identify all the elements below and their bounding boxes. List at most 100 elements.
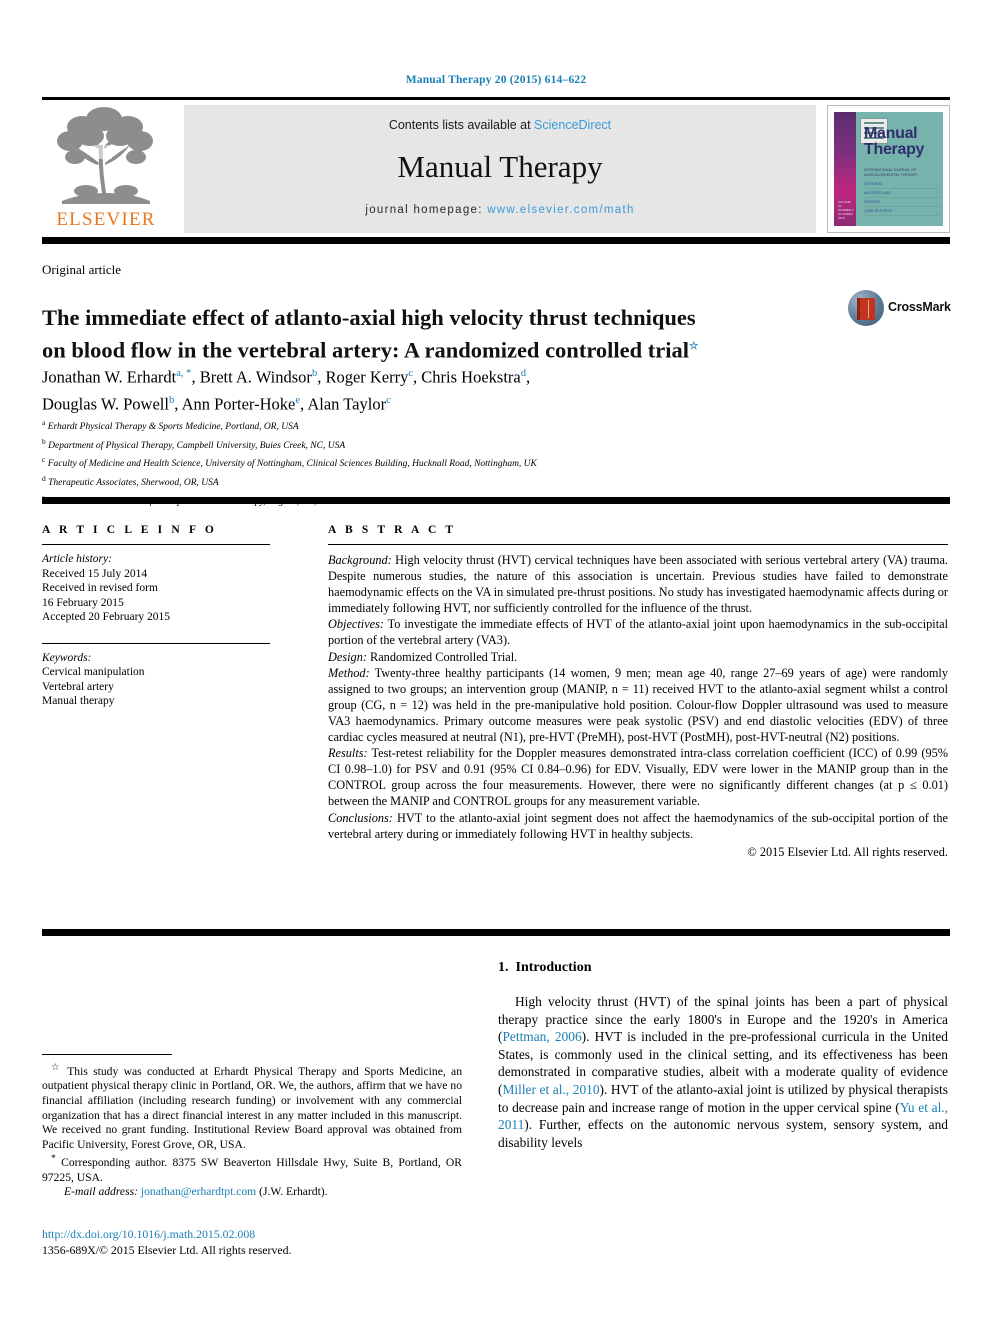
crossmark-book-icon [857, 298, 875, 320]
author-sep: , [526, 367, 531, 387]
paragraph-text: ). Further, effects on the autonomic ner… [498, 1117, 948, 1150]
abstract-section-text: Test-retest reliability for the Doppler … [328, 746, 948, 809]
doi-block: http://dx.doi.org/10.1016/j.math.2015.02… [42, 1226, 462, 1258]
cover-title-line2: Therapy [864, 141, 925, 158]
article-info-divider [42, 544, 270, 545]
running-head: Manual Therapy 20 (2015) 614–622 [405, 74, 587, 86]
cover-title-line1: Manual [864, 125, 918, 142]
abstract-section-label: Method: [328, 665, 370, 680]
abstract-block: A B S T R A C T Background: High velocit… [328, 524, 948, 860]
affiliation-text: Faculty of Medicine and Health Science, … [47, 459, 537, 470]
abstract-copyright: © 2015 Elsevier Ltd. All rights reserved… [747, 844, 948, 859]
affiliation-marker: d [42, 473, 46, 483]
elsevier-wordmark: ELSEVIER [56, 209, 156, 230]
author-name: Brett A. Windsor [199, 367, 312, 387]
article-history-label: Article history: [42, 553, 112, 565]
keyword-item: Cervical manipulation [42, 666, 145, 678]
citation-link[interactable]: Miller et al., 2010 [502, 1082, 599, 1097]
keyword-item: Vertebral artery [42, 680, 114, 693]
homepage-prefix: journal homepage: [365, 204, 488, 216]
introduction-heading: 1. Introduction [498, 960, 948, 976]
article-type-label: Original article [42, 262, 122, 277]
email-link[interactable]: jonathan@erhardtpt.com [141, 1185, 256, 1198]
abstract-text: Background: High velocity thrust (HVT) c… [328, 552, 948, 860]
title-footnote-marker: ☆ [689, 341, 699, 353]
affiliation-text: Therapeutic Associates, Sherwood, OR, US… [48, 478, 219, 489]
abstract-divider [328, 544, 948, 545]
cover-toc: EDITORIAL MASTERCLASS REVIEWS CASE REPOR… [864, 182, 940, 218]
affiliation-item: a Erhardt Physical Therapy & Sports Medi… [42, 416, 942, 435]
article-history-line: Received 15 July 2014 [42, 567, 148, 580]
cover-subtitle: INTERNATIONAL JOURNAL OF MUSCULOSKELETAL… [864, 168, 918, 177]
affiliation-marker: a [42, 418, 46, 427]
corresponding-author-text: Corresponding author. 8375 SW Beaverton … [42, 1156, 462, 1184]
page-title: The immediate effect of atlanto-axial hi… [42, 303, 842, 365]
author-name: Ann Porter-Hoke [181, 394, 296, 413]
abstract-section-label: Background: [328, 553, 392, 567]
email-label: E-mail address: [64, 1185, 138, 1199]
abstract-heading: A B S T R A C T [328, 524, 457, 536]
article-history-line: 16 February 2015 [42, 596, 124, 609]
sciencedirect-banner: Contents lists available at ScienceDirec… [184, 105, 816, 233]
cover-toc-item: EDITORIAL [864, 182, 940, 189]
doi-link[interactable]: http://dx.doi.org/10.1016/j.math.2015.02… [42, 1226, 462, 1242]
keywords-divider [42, 642, 270, 644]
author-name: Alan Taylor [307, 394, 387, 413]
author-sep: , [174, 394, 182, 413]
introduction-heading-label: Introduction [515, 960, 592, 975]
affiliation-marker: c [42, 455, 46, 465]
footnote-column: ☆ This study was conducted at Erhardt Ph… [42, 960, 462, 1258]
footnote-block: ☆ This study was conducted at Erhardt Ph… [42, 1061, 462, 1200]
article-history: Article history: Received 15 July 2014 R… [42, 552, 270, 625]
keyword-item: Manual therapy [42, 695, 115, 707]
footnote-separator [42, 1054, 172, 1055]
footnote-star-marker: ☆ [51, 1062, 63, 1073]
footnote-star: ☆ This study was conducted at Erhardt Ph… [42, 1061, 462, 1152]
affiliation-item: c Faculty of Medicine and Health Science… [42, 453, 942, 472]
article-history-line: Received in revised form [42, 582, 158, 594]
author-affil-marker: c [386, 394, 391, 406]
journal-cover-thumbnail[interactable]: Manual Therapy INTERNATIONAL JOURNAL OF … [827, 105, 950, 233]
crossmark-label: CrossMark [888, 300, 951, 314]
cover-toc-item: CASE REPORTS [864, 209, 940, 216]
abstract-section-text: Twenty-three healthy participants (14 wo… [328, 665, 948, 745]
abstract-section-label: Results: [328, 746, 368, 761]
footnote-corresponding: * Corresponding author. 8375 SW Beaverto… [42, 1152, 462, 1185]
abstract-top-rule [42, 497, 950, 504]
masthead-bottom-rule [42, 237, 950, 244]
abstract-section-text: HVT to the atlanto-axial joint segment d… [328, 810, 948, 841]
abstract-section-label: Conclusions: [328, 810, 393, 825]
abstract-section-label: Design: [328, 649, 367, 664]
author-name: Chris Hoekstra [421, 367, 521, 387]
abstract-section-text: High velocity thrust (HVT) cervical tech… [328, 553, 948, 616]
contents-prefix: Contents lists available at [388, 118, 535, 132]
abstract-bottom-rule [42, 929, 950, 936]
affiliation-marker: b [42, 436, 46, 446]
abstract-section-text: To investigate the immediate effects of … [328, 617, 948, 648]
author-name: Douglas W. Powell [42, 394, 169, 413]
contents-line: Contents lists available at ScienceDirec… [184, 118, 816, 132]
journal-homepage-link[interactable]: www.elsevier.com/math [487, 204, 634, 216]
author-sep: , [191, 367, 200, 387]
author-list: Jonathan W. Erhardta, *, Brett A. Windso… [42, 362, 842, 415]
cover-toc-item: MASTERCLASS [864, 191, 940, 198]
cover-spine-text: VOLUME 20 NUMBER 5 OCTOBER 2015 [838, 200, 854, 220]
abstract-section-label: Objectives: [328, 617, 384, 632]
author-name: Jonathan W. Erhardt [42, 367, 177, 387]
affiliation-item: d Therapeutic Associates, Sherwood, OR, … [42, 472, 942, 491]
author-name: Roger Kerry [325, 367, 409, 387]
cover-artwork: Manual Therapy INTERNATIONAL JOURNAL OF … [834, 112, 943, 226]
citation-link[interactable]: Pettman, 2006 [502, 1029, 581, 1044]
email-owner: (J.W. Erhardt). [259, 1185, 328, 1199]
article-first-page: Manual Therapy 20 (2015) 614–622 ELSEVIE… [0, 0, 992, 1323]
title-line-2: on blood flow in the vertebral artery: A… [42, 337, 690, 363]
affiliation-item: b Department of Physical Therapy, Campbe… [42, 435, 942, 454]
introduction-number: 1. [498, 960, 509, 975]
keywords-label: Keywords: [42, 651, 92, 664]
journal-homepage-line: journal homepage: www.elsevier.com/math [184, 204, 816, 216]
crossmark-icon [848, 290, 884, 326]
crossmark-badge[interactable]: CrossMark [848, 288, 951, 332]
article-info-block: A R T I C L E I N F O Article history: R… [42, 524, 270, 709]
article-info-heading: A R T I C L E I N F O [42, 524, 217, 536]
sciencedirect-link[interactable]: ScienceDirect [534, 118, 611, 132]
